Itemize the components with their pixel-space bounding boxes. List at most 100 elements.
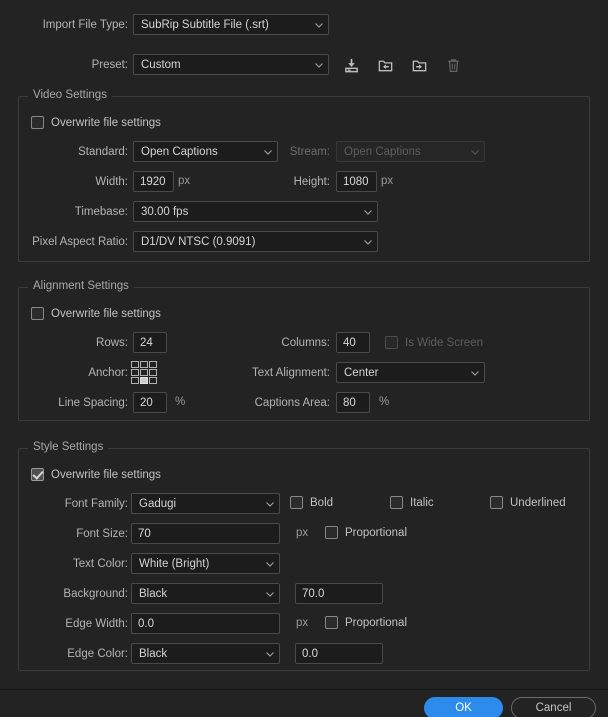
anchor-cell-middle-center[interactable] — [140, 369, 148, 376]
chevron-down-icon — [265, 499, 274, 507]
bold-label: Bold — [310, 496, 334, 509]
underlined-checkbox[interactable]: Underlined — [490, 496, 566, 509]
columns-label: Columns: — [281, 337, 330, 349]
save-preset-icon[interactable] — [340, 54, 362, 76]
captions-area-input[interactable]: 80 — [336, 392, 370, 413]
columns-input[interactable]: 40 — [336, 332, 370, 353]
import-preset-icon[interactable] — [374, 54, 396, 76]
height-label-wrap: Height: — [222, 175, 330, 189]
height-label: Height: — [293, 176, 330, 188]
video-overwrite-checkbox[interactable]: Overwrite file settings — [31, 116, 161, 129]
checkbox-box — [325, 526, 338, 539]
ok-button[interactable]: OK — [424, 697, 503, 717]
font-size-proportional-checkbox[interactable]: Proportional — [325, 526, 407, 539]
line-spacing-label-wrap: Line Spacing: — [30, 396, 128, 410]
anchor-cell-middle-left[interactable] — [131, 369, 139, 376]
background-opacity-value: 70.0 — [302, 587, 325, 600]
edge-color-label: Edge Color: — [67, 648, 128, 660]
width-input[interactable]: 1920 — [133, 171, 174, 192]
video-settings-title: Video Settings — [28, 89, 112, 101]
background-opacity-input[interactable]: 70.0 — [295, 583, 383, 604]
cancel-button-label: Cancel — [535, 702, 572, 714]
export-preset-icon[interactable] — [408, 54, 430, 76]
alignment-overwrite-checkbox[interactable]: Overwrite file settings — [31, 307, 161, 320]
anchor-cell-bottom-left[interactable] — [131, 377, 139, 384]
line-spacing-label: Line Spacing: — [58, 397, 128, 409]
width-value: 1920 — [140, 175, 166, 188]
columns-value: 40 — [343, 336, 356, 349]
pixel-aspect-ratio-value: D1/DV NTSC (0.9091) — [141, 235, 256, 248]
chevron-down-icon — [363, 237, 372, 245]
line-spacing-input[interactable]: 20 — [133, 392, 167, 413]
pixel-aspect-ratio-select[interactable]: D1/DV NTSC (0.9091) — [133, 231, 378, 252]
edge-color-opacity-value: 0.0 — [302, 647, 318, 660]
import-file-type-value: SubRip Subtitle File (.srt) — [141, 18, 269, 31]
width-label: Width: — [95, 176, 128, 188]
chevron-down-icon — [470, 147, 479, 155]
underlined-label: Underlined — [510, 496, 566, 509]
chevron-down-icon — [265, 559, 274, 567]
background-select[interactable]: Black — [131, 583, 280, 604]
edge-width-proportional-label: Proportional — [345, 616, 408, 629]
height-input[interactable]: 1080 — [336, 171, 377, 192]
anchor-cell-middle-right[interactable] — [149, 369, 157, 376]
is-wide-screen-label: Is Wide Screen — [405, 336, 483, 349]
checkbox-box — [385, 336, 398, 349]
text-alignment-value: Center — [344, 366, 379, 379]
background-value: Black — [139, 587, 168, 600]
preset-select[interactable]: Custom — [133, 54, 329, 75]
alignment-settings-title: Alignment Settings — [28, 280, 134, 292]
edge-width-proportional-checkbox[interactable]: Proportional — [325, 616, 407, 629]
is-wide-screen-checkbox: Is Wide Screen — [385, 336, 483, 349]
text-alignment-select[interactable]: Center — [336, 362, 485, 383]
stream-select: Open Captions — [336, 141, 485, 162]
preset-label-wrap: Preset: — [33, 58, 128, 72]
chevron-down-icon — [314, 60, 323, 68]
font-size-unit: px — [296, 527, 309, 539]
background-label-wrap: Background: — [30, 587, 128, 601]
cancel-button[interactable]: Cancel — [511, 697, 596, 717]
chevron-down-icon — [265, 649, 274, 657]
chevron-down-icon — [265, 589, 274, 597]
line-spacing-unit: % — [175, 396, 186, 408]
video-overwrite-label: Overwrite file settings — [51, 116, 161, 129]
anchor-cell-top-center[interactable] — [140, 361, 148, 368]
text-color-label-wrap: Text Color: — [30, 557, 128, 571]
anchor-grid[interactable] — [131, 361, 157, 384]
stream-label-wrap: Stream: — [222, 145, 330, 159]
edge-color-opacity-input[interactable]: 0.0 — [295, 643, 383, 664]
anchor-cell-top-left[interactable] — [131, 361, 139, 368]
edge-color-select[interactable]: Black — [131, 643, 280, 664]
preset-value: Custom — [141, 58, 181, 71]
rows-input[interactable]: 24 — [133, 332, 167, 353]
standard-label-wrap: Standard: — [30, 145, 128, 159]
chevron-down-icon — [314, 20, 323, 28]
stream-label: Stream: — [289, 146, 330, 158]
standard-value: Open Captions — [141, 145, 218, 158]
edge-width-input[interactable]: 0.0 — [131, 613, 280, 634]
checkbox-box — [31, 116, 44, 129]
timebase-select[interactable]: 30.00 fps — [133, 201, 378, 222]
style-settings-title: Style Settings — [28, 441, 109, 453]
import-file-type-select[interactable]: SubRip Subtitle File (.srt) — [133, 14, 329, 35]
bold-checkbox[interactable]: Bold — [290, 496, 333, 509]
chevron-down-icon — [470, 368, 479, 376]
rows-label-wrap: Rows: — [30, 336, 128, 350]
italic-checkbox[interactable]: Italic — [390, 496, 434, 509]
style-overwrite-checkbox[interactable]: Overwrite file settings — [31, 468, 161, 481]
timebase-label-wrap: Timebase: — [30, 205, 128, 219]
pixel-aspect-ratio-label-wrap: Pixel Aspect Ratio: — [20, 235, 128, 249]
anchor-cell-bottom-right[interactable] — [149, 377, 157, 384]
anchor-cell-top-right[interactable] — [149, 361, 157, 368]
edge-width-label-wrap: Edge Width: — [30, 617, 128, 631]
font-size-input[interactable]: 70 — [131, 523, 280, 544]
checkbox-box — [31, 468, 44, 481]
standard-label: Standard: — [78, 146, 128, 158]
text-color-select[interactable]: White (Bright) — [131, 553, 280, 574]
anchor-label-wrap: Anchor: — [30, 366, 128, 380]
anchor-cell-bottom-center[interactable] — [140, 377, 148, 384]
edge-width-value: 0.0 — [138, 617, 154, 630]
rows-value: 24 — [140, 336, 153, 349]
font-family-select[interactable]: Gadugi — [131, 493, 280, 514]
height-value: 1080 — [343, 175, 369, 188]
